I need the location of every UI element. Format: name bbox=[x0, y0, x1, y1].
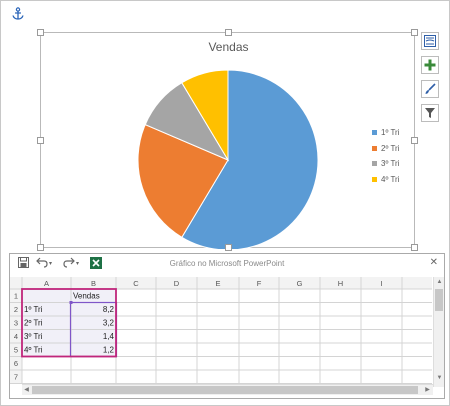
legend-label: 3º Tri bbox=[381, 159, 400, 169]
legend-label: 4º Tri bbox=[381, 174, 400, 184]
layout-options-button[interactable] bbox=[421, 32, 439, 50]
chart-data-window[interactable]: ▾ ▾ Gráfico no Microsoft PowerPoint ✕ A B… bbox=[9, 253, 445, 399]
vertical-scrollbar[interactable]: ▲ ▼ bbox=[433, 277, 444, 387]
legend-item-1[interactable]: 1º Tri bbox=[372, 125, 399, 141]
row-header-5[interactable]: 5 bbox=[14, 346, 18, 355]
row-header-4[interactable]: 4 bbox=[14, 332, 18, 341]
legend-label: 1º Tri bbox=[381, 128, 400, 138]
resize-handle-bm[interactable] bbox=[225, 244, 232, 251]
slide-canvas: Vendas 1º Tri 2º Tri 3º Tri 4º Tri ▾ ▾ G… bbox=[0, 0, 450, 406]
pie-chart[interactable] bbox=[41, 33, 341, 249]
anchor-icon bbox=[12, 7, 24, 20]
close-icon[interactable]: ✕ bbox=[430, 257, 438, 268]
paintbrush-icon bbox=[425, 83, 436, 94]
cell-A5[interactable]: 4º Tri bbox=[24, 346, 43, 355]
legend-label: 2º Tri bbox=[381, 143, 400, 153]
legend-swatch bbox=[372, 176, 377, 182]
cell-A3[interactable]: 2º Tri bbox=[24, 319, 43, 328]
sheet-window-title: Gráfico no Microsoft PowerPoint bbox=[169, 259, 285, 268]
chart-styles-button[interactable] bbox=[421, 80, 439, 98]
chart-area[interactable]: Vendas 1º Tri 2º Tri 3º Tri 4º Tri bbox=[37, 29, 418, 251]
horizontal-scroll-thumb[interactable] bbox=[32, 386, 418, 394]
legend-item-2[interactable]: 2º Tri bbox=[372, 141, 399, 157]
row-header-2[interactable]: 2 bbox=[14, 305, 18, 314]
resize-handle-tm[interactable] bbox=[225, 29, 232, 36]
layout-options-icon bbox=[424, 35, 436, 47]
vertical-scroll-thumb[interactable] bbox=[435, 289, 443, 311]
cell-B4[interactable]: 1,4 bbox=[103, 332, 115, 341]
horizontal-scrollbar[interactable]: ◀ ▶ bbox=[22, 384, 433, 395]
resize-handle-br[interactable] bbox=[411, 244, 418, 251]
resize-handle-mr[interactable] bbox=[411, 137, 418, 144]
legend-swatch bbox=[372, 130, 377, 136]
column-header-I[interactable]: I bbox=[380, 279, 382, 288]
resize-handle-tr[interactable] bbox=[411, 29, 418, 36]
column-header-E[interactable]: E bbox=[215, 279, 220, 288]
funnel-icon bbox=[425, 108, 435, 118]
scroll-right-icon[interactable]: ▶ bbox=[423, 386, 432, 395]
scroll-left-icon[interactable]: ◀ bbox=[22, 386, 31, 395]
scroll-down-icon[interactable]: ▼ bbox=[435, 374, 444, 383]
row-header-7[interactable]: 7 bbox=[14, 373, 18, 382]
legend-swatch bbox=[372, 145, 377, 151]
cell-A4[interactable]: 3º Tri bbox=[24, 332, 43, 341]
resize-handle-ml[interactable] bbox=[37, 137, 44, 144]
column-header-H[interactable]: H bbox=[338, 279, 343, 288]
legend-swatch bbox=[372, 161, 377, 167]
row-header-6[interactable]: 6 bbox=[14, 359, 18, 368]
chart-elements-button[interactable] bbox=[421, 56, 439, 74]
spreadsheet-grid[interactable]: A B C D E F G H I 1 2 3 4 5 6 7 Vendas 1º Tri 8,2 2º Tri 3,2… bbox=[10, 277, 432, 385]
column-header-G[interactable]: G bbox=[297, 279, 303, 288]
row-header-3[interactable]: 3 bbox=[14, 319, 18, 328]
column-header-B[interactable]: B bbox=[91, 279, 96, 288]
column-header-A[interactable]: A bbox=[44, 279, 49, 288]
legend-item-4[interactable]: 4º Tri bbox=[372, 172, 399, 188]
column-header-F[interactable]: F bbox=[257, 279, 262, 288]
row-header-1[interactable]: 1 bbox=[14, 292, 18, 301]
column-header-D[interactable]: D bbox=[174, 279, 180, 288]
plus-icon bbox=[424, 59, 436, 71]
cell-A2[interactable]: 1º Tri bbox=[24, 305, 43, 314]
cell-B2[interactable]: 8,2 bbox=[103, 305, 115, 314]
chart-filters-button[interactable] bbox=[421, 104, 439, 122]
column-header-C[interactable]: C bbox=[133, 279, 139, 288]
resize-handle-tl[interactable] bbox=[37, 29, 44, 36]
chart-legend[interactable]: 1º Tri 2º Tri 3º Tri 4º Tri bbox=[372, 125, 399, 187]
cell-B5[interactable]: 1,2 bbox=[103, 346, 115, 355]
scroll-up-icon[interactable]: ▲ bbox=[435, 278, 444, 287]
resize-handle-bl[interactable] bbox=[37, 244, 44, 251]
sheet-toolbar: ▾ ▾ Gráfico no Microsoft PowerPoint ✕ bbox=[10, 254, 444, 275]
cell-B1[interactable]: Vendas bbox=[73, 292, 100, 301]
legend-item-3[interactable]: 3º Tri bbox=[372, 156, 399, 172]
cell-B3[interactable]: 3,2 bbox=[103, 319, 115, 328]
